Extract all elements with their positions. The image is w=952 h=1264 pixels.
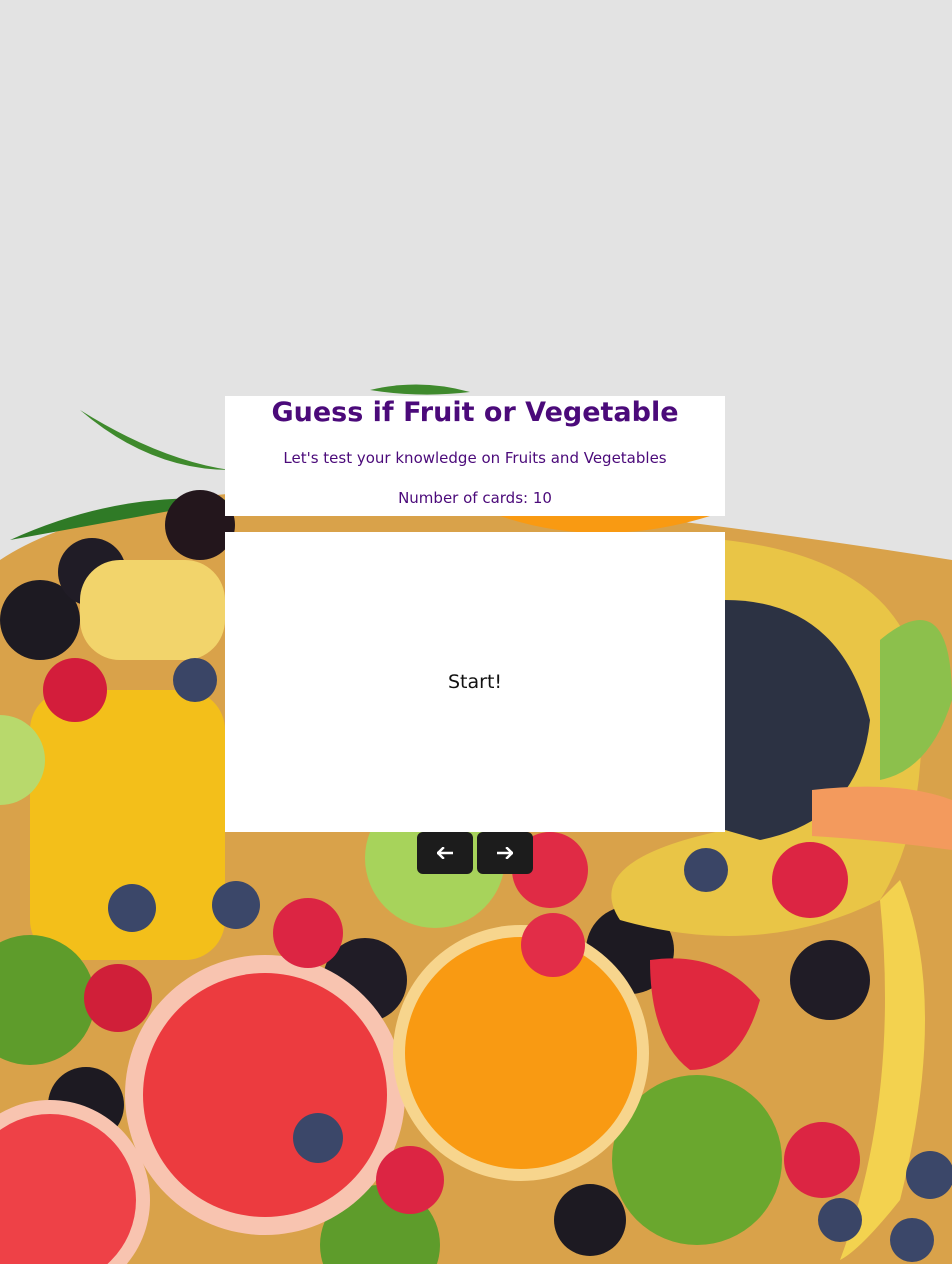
arrow-right-icon <box>497 847 513 859</box>
flashcard[interactable]: Start! <box>225 532 725 832</box>
header-card: Guess if Fruit or Vegetable Let's test y… <box>225 396 725 516</box>
page-title: Guess if Fruit or Vegetable <box>271 397 679 428</box>
page-subtitle: Let's test your knowledge on Fruits and … <box>283 449 667 467</box>
flashcard-text: Start! <box>447 671 503 693</box>
card-navigation <box>417 832 533 874</box>
card-count-label: Number of cards: 10 <box>398 489 552 507</box>
previous-card-button[interactable] <box>417 832 473 874</box>
next-card-button[interactable] <box>477 832 533 874</box>
arrow-left-icon <box>437 847 453 859</box>
